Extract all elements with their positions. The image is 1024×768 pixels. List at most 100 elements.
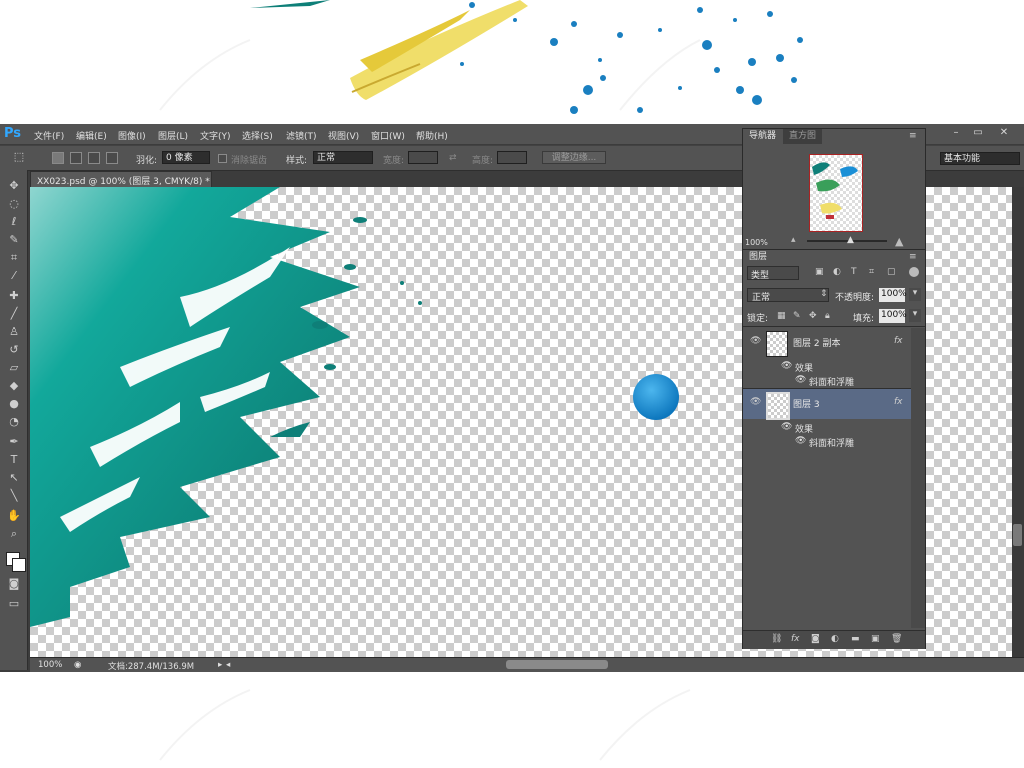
menu-help[interactable]: 帮助(H) xyxy=(416,129,448,142)
filter-toggle-icon[interactable] xyxy=(909,267,919,277)
navigator-preview[interactable] xyxy=(809,154,863,232)
opacity-dropdown-icon[interactable]: ▾ xyxy=(909,288,921,301)
effect-eye-icon[interactable]: 👁︎ xyxy=(795,436,806,446)
zoom-slider-handle-icon[interactable]: ▲ xyxy=(847,235,854,245)
filter-adjust-icon[interactable]: ◐ xyxy=(833,267,841,277)
hand-tool-icon[interactable]: ✋ xyxy=(5,508,23,524)
menu-window[interactable]: 窗口(W) xyxy=(371,129,405,142)
layers-menu-icon[interactable]: ≡ xyxy=(909,252,917,262)
filter-pixel-icon[interactable]: ▣ xyxy=(815,267,824,277)
minimize-button[interactable]: – xyxy=(948,127,964,139)
lock-image-icon[interactable]: ✎ xyxy=(793,311,801,321)
swap-icon[interactable]: ⇄ xyxy=(449,153,457,163)
style-select[interactable]: 正常 xyxy=(313,151,373,164)
effects-eye-icon[interactable]: 👁︎ xyxy=(781,422,792,432)
layers-scrollbar[interactable] xyxy=(911,328,925,628)
blur-tool-icon[interactable]: ● xyxy=(5,396,23,412)
height-input[interactable] xyxy=(497,151,527,164)
status-arrow-icon[interactable]: ▸ xyxy=(218,660,222,670)
zoom-out-icon[interactable]: ▴ xyxy=(791,235,796,245)
link-layers-icon[interactable]: ⛓︎ xyxy=(771,634,782,644)
quick-mask-icon[interactable]: ◙ xyxy=(5,576,23,592)
filter-type-icon[interactable]: T xyxy=(851,267,857,277)
lock-transparent-icon[interactable]: ▦ xyxy=(777,311,786,321)
layer-row-selected[interactable]: 👁︎ 图层 3 fx xyxy=(743,389,911,420)
tab-navigator[interactable]: 导航器 xyxy=(743,129,783,144)
layer-name[interactable]: 图层 3 xyxy=(793,397,820,410)
menu-image[interactable]: 图像(I) xyxy=(118,129,146,142)
quick-select-icon[interactable]: ✎ xyxy=(5,232,23,248)
fx-icon[interactable]: fx xyxy=(894,336,903,346)
vertical-scrollbar[interactable] xyxy=(1012,187,1024,657)
filter-smart-icon[interactable]: ▢ xyxy=(887,267,896,277)
panel-menu-icon[interactable]: ≡ xyxy=(909,131,917,141)
dodge-tool-icon[interactable]: ◔ xyxy=(5,414,23,430)
lock-position-icon[interactable]: ✥ xyxy=(809,311,817,321)
effect-bevel-emboss[interactable]: 斜面和浮雕 xyxy=(809,436,854,449)
add-selection-icon[interactable] xyxy=(70,152,82,164)
add-style-icon[interactable]: fx xyxy=(791,634,800,644)
subtract-selection-icon[interactable] xyxy=(88,152,100,164)
add-mask-icon[interactable]: ◙ xyxy=(811,634,820,644)
effect-bevel-emboss[interactable]: 斜面和浮雕 xyxy=(809,375,854,388)
type-tool-icon[interactable]: T xyxy=(5,452,23,468)
stamp-tool-icon[interactable]: ♙ xyxy=(5,324,23,340)
width-input[interactable] xyxy=(408,151,438,164)
menu-layer[interactable]: 图层(L) xyxy=(158,129,188,142)
intersect-selection-icon[interactable] xyxy=(106,152,118,164)
healing-brush-icon[interactable]: ✚ xyxy=(5,288,23,304)
visibility-eye-icon[interactable]: 👁︎ xyxy=(750,397,761,407)
menu-edit[interactable]: 编辑(E) xyxy=(76,129,107,142)
status-info-icon[interactable]: ◉ xyxy=(74,660,81,670)
screen-mode-icon[interactable]: ▭ xyxy=(5,596,23,612)
navigator-zoom[interactable]: 100% xyxy=(745,238,768,247)
path-select-icon[interactable]: ↖ xyxy=(5,470,23,486)
marquee-tool-icon[interactable]: ◌ xyxy=(5,196,23,212)
shape-tool-icon[interactable]: ╲ xyxy=(5,488,23,504)
menu-filter[interactable]: 滤镜(T) xyxy=(286,129,317,142)
tab-layers[interactable]: 图层 xyxy=(743,250,774,265)
crop-tool-icon[interactable]: ⌗ xyxy=(5,250,23,266)
tab-histogram[interactable]: 直方图 xyxy=(783,129,823,144)
marquee-preset-icon[interactable]: ⬚ xyxy=(10,149,28,165)
move-tool-icon[interactable]: ✥ xyxy=(5,178,23,194)
background-color-icon[interactable] xyxy=(12,558,26,572)
refine-edge-button[interactable]: 调整边缘... xyxy=(542,151,606,164)
visibility-eye-icon[interactable]: 👁︎ xyxy=(750,336,761,346)
zoom-in-icon[interactable]: ▲ xyxy=(895,235,903,248)
brush-tool-icon[interactable]: ╱ xyxy=(5,306,23,322)
eyedropper-icon[interactable]: ⁄ xyxy=(5,268,23,284)
horizontal-scroll-thumb[interactable] xyxy=(506,660,608,669)
history-brush-icon[interactable]: ↺ xyxy=(5,342,23,358)
new-layer-icon[interactable]: ▣ xyxy=(871,634,880,644)
new-group-icon[interactable]: ▬ xyxy=(851,634,860,644)
feather-input[interactable]: 0 像素 xyxy=(162,151,210,164)
fx-icon[interactable]: fx xyxy=(894,397,903,407)
filter-kind-select[interactable]: 类型 xyxy=(747,266,799,281)
zoom-tool-icon[interactable]: ⌕ xyxy=(5,526,23,542)
restore-button[interactable]: ▭ xyxy=(970,127,986,139)
vertical-scroll-thumb[interactable] xyxy=(1013,524,1022,546)
layer-name[interactable]: 图层 2 副本 xyxy=(793,336,840,349)
close-button[interactable]: ✕ xyxy=(996,127,1012,139)
opacity-input[interactable]: 100% xyxy=(879,288,907,302)
menu-file[interactable]: 文件(F) xyxy=(34,129,64,142)
document-tab[interactable]: XX023.psd @ 100% (图层 3, CMYK/8) * xyxy=(30,171,212,188)
menu-view[interactable]: 视图(V) xyxy=(328,129,359,142)
antialias-checkbox[interactable] xyxy=(218,154,227,163)
workspace-select[interactable]: 基本功能 xyxy=(940,152,1020,165)
filter-shape-icon[interactable]: ⌗ xyxy=(869,267,874,277)
zoom-level[interactable]: 100% xyxy=(38,660,62,670)
pen-tool-icon[interactable]: ✒ xyxy=(5,434,23,450)
blend-mode-select[interactable]: 正常 ⇕ xyxy=(747,288,829,303)
trash-icon[interactable]: 🗑︎ xyxy=(891,634,902,644)
effect-eye-icon[interactable]: 👁︎ xyxy=(795,375,806,385)
layer-row[interactable]: 👁︎ 图层 2 副本 fx xyxy=(743,328,911,358)
bucket-tool-icon[interactable]: ◆ xyxy=(5,378,23,394)
menu-type[interactable]: 文字(Y) xyxy=(200,129,231,142)
new-selection-icon[interactable] xyxy=(52,152,64,164)
scroll-left-icon[interactable]: ◂ xyxy=(226,660,230,670)
lock-all-icon[interactable]: 🔒︎ xyxy=(825,311,830,321)
lasso-tool-icon[interactable]: ℓ xyxy=(5,214,23,230)
fill-input[interactable]: 100% xyxy=(879,309,907,323)
